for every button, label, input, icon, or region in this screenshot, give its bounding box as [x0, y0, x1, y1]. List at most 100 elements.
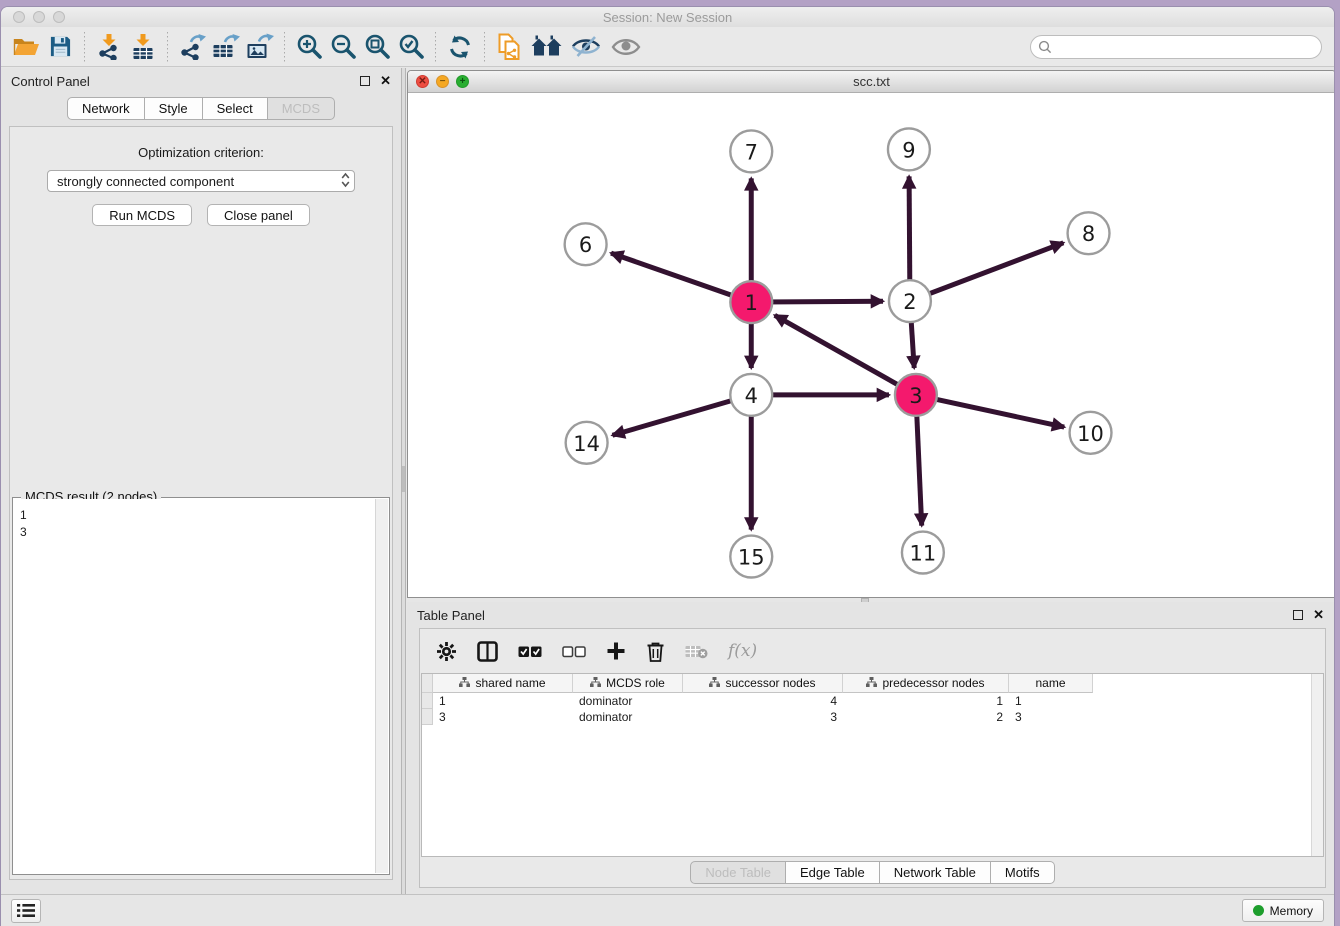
hide-selected-icon[interactable] — [566, 31, 606, 63]
edge-3-to-10[interactable] — [916, 395, 1064, 427]
zoom-out-icon[interactable] — [326, 31, 360, 63]
add-column-icon[interactable] — [606, 641, 626, 661]
column-header-label: name — [1035, 676, 1065, 690]
mcds-result-list[interactable]: 13 — [14, 499, 375, 873]
zoom-fit-icon[interactable] — [360, 31, 394, 63]
close-panel-icon[interactable]: ✕ — [380, 76, 391, 86]
node-label: 10 — [1077, 422, 1104, 446]
refresh-view-icon[interactable] — [443, 31, 477, 63]
tab-node-table[interactable]: Node Table — [690, 861, 786, 884]
cell-successor-nodes[interactable]: 3 — [683, 709, 843, 725]
graph-node-7[interactable]: 7 — [730, 130, 772, 172]
column-header-successor-nodes[interactable]: successor nodes — [683, 674, 843, 693]
graph-node-3[interactable]: 3 — [895, 374, 937, 416]
status-bar: Memory — [1, 894, 1334, 926]
graph-node-15[interactable]: 15 — [730, 536, 772, 578]
table-tabs: Node TableEdge TableNetwork TableMotifs — [420, 857, 1325, 887]
import-network-icon[interactable] — [92, 31, 126, 63]
node-label: 6 — [579, 233, 592, 257]
table-panel: Table Panel ✕ — [407, 602, 1334, 894]
close-table-panel-icon[interactable]: ✕ — [1313, 610, 1324, 620]
table-row[interactable]: 3dominator323 — [422, 709, 1323, 725]
network-window-titlebar: ✕ − + scc.txt — [408, 71, 1335, 93]
cell-shared-name[interactable]: 1 — [433, 693, 573, 709]
dropdown-stepper-icon — [341, 172, 350, 191]
mcds-result-line: 3 — [20, 524, 369, 541]
tab-network-table[interactable]: Network Table — [880, 861, 991, 884]
cell-shared-name[interactable]: 3 — [433, 709, 573, 725]
optimization-criterion-dropdown[interactable]: strongly connected component — [47, 170, 355, 192]
graph-node-4[interactable]: 4 — [730, 374, 772, 416]
tab-select[interactable]: Select — [203, 97, 268, 120]
column-header-shared-name[interactable]: shared name — [433, 674, 573, 693]
search-input[interactable] — [1030, 35, 1322, 59]
show-all-icon[interactable] — [606, 31, 646, 63]
graph-node-8[interactable]: 8 — [1068, 212, 1110, 254]
graph-node-2[interactable]: 2 — [889, 280, 931, 322]
export-image-icon[interactable] — [243, 31, 277, 63]
graph-node-1[interactable]: 1 — [730, 281, 772, 323]
export-network-icon[interactable] — [175, 31, 209, 63]
table-header-row: shared nameMCDS rolesuccessor nodesprede… — [422, 674, 1323, 693]
tab-mcds[interactable]: MCDS — [268, 97, 335, 120]
close-panel-button[interactable]: Close panel — [207, 204, 310, 226]
delete-row-icon[interactable] — [646, 641, 665, 662]
open-session-icon[interactable] — [9, 31, 43, 63]
select-all-rows-icon[interactable] — [518, 645, 542, 658]
column-header-predecessor-nodes[interactable]: predecessor nodes — [843, 674, 1009, 693]
graph-node-10[interactable]: 10 — [1070, 412, 1112, 454]
task-history-button[interactable] — [11, 899, 41, 923]
clone-network-icon[interactable] — [492, 31, 526, 63]
tab-motifs[interactable]: Motifs — [991, 861, 1055, 884]
save-session-icon[interactable] — [43, 31, 77, 63]
cell-name[interactable]: 3 — [1009, 709, 1093, 725]
deselect-all-rows-icon[interactable] — [562, 645, 586, 658]
row-gutter — [422, 693, 433, 709]
graph-node-6[interactable]: 6 — [565, 223, 607, 265]
graph-node-14[interactable]: 14 — [566, 422, 608, 464]
zoom-in-icon[interactable] — [292, 31, 326, 63]
cell-name[interactable]: 1 — [1009, 693, 1093, 709]
column-header-name[interactable]: name — [1009, 674, 1093, 693]
toolbar-separator — [84, 32, 85, 62]
graph-node-9[interactable]: 9 — [888, 128, 930, 170]
cell-successor-nodes[interactable]: 4 — [683, 693, 843, 709]
cell-mcds-role[interactable]: dominator — [573, 693, 683, 709]
export-table-icon[interactable] — [209, 31, 243, 63]
search-icon — [1038, 40, 1052, 57]
column-header-mcds-role[interactable]: MCDS role — [573, 674, 683, 693]
cell-mcds-role[interactable]: dominator — [573, 709, 683, 725]
app-title: Session: New Session — [1, 10, 1334, 25]
edge-1-to-6[interactable] — [611, 253, 751, 302]
cell-predecessor-nodes[interactable]: 1 — [843, 693, 1009, 709]
first-neighbors-icon[interactable] — [526, 31, 566, 63]
run-mcds-button[interactable]: Run MCDS — [92, 204, 192, 226]
import-table-icon[interactable] — [126, 31, 160, 63]
network-graph-canvas[interactable]: 7 9 6 8 1 2 4 3 14 10 15 11 — [408, 93, 1335, 597]
splitter-grip[interactable] — [402, 466, 405, 492]
apply-function-icon[interactable]: f(x) — [728, 641, 757, 661]
float-panel-icon[interactable] — [360, 76, 370, 86]
zoom-selected-icon[interactable] — [394, 31, 428, 63]
delete-column-icon[interactable] — [685, 644, 708, 659]
search-field-wrap — [1030, 35, 1322, 59]
tab-edge-table[interactable]: Edge Table — [786, 861, 880, 884]
vertical-splitter[interactable] — [401, 68, 406, 894]
edge-3-to-1[interactable] — [775, 315, 916, 395]
node-label: 14 — [573, 432, 600, 456]
result-scrollbar[interactable] — [375, 499, 388, 873]
table-row[interactable]: 1dominator411 — [422, 693, 1323, 709]
memory-button[interactable]: Memory — [1242, 899, 1324, 922]
float-table-panel-icon[interactable] — [1293, 610, 1303, 620]
table-scrollbar[interactable] — [1311, 674, 1323, 856]
table-panel-title: Table Panel — [417, 608, 485, 623]
network-view-window: ✕ − + scc.txt 7 9 6 8 1 2 4 3 14 10 15 11 — [407, 70, 1335, 598]
main-toolbar — [1, 27, 1334, 67]
split-view-icon[interactable] — [477, 641, 498, 662]
edge-2-to-8[interactable] — [910, 243, 1063, 301]
tab-network[interactable]: Network — [67, 97, 145, 120]
tab-style[interactable]: Style — [145, 97, 203, 120]
table-settings-icon[interactable] — [436, 641, 457, 662]
cell-predecessor-nodes[interactable]: 2 — [843, 709, 1009, 725]
graph-node-11[interactable]: 11 — [902, 532, 944, 574]
